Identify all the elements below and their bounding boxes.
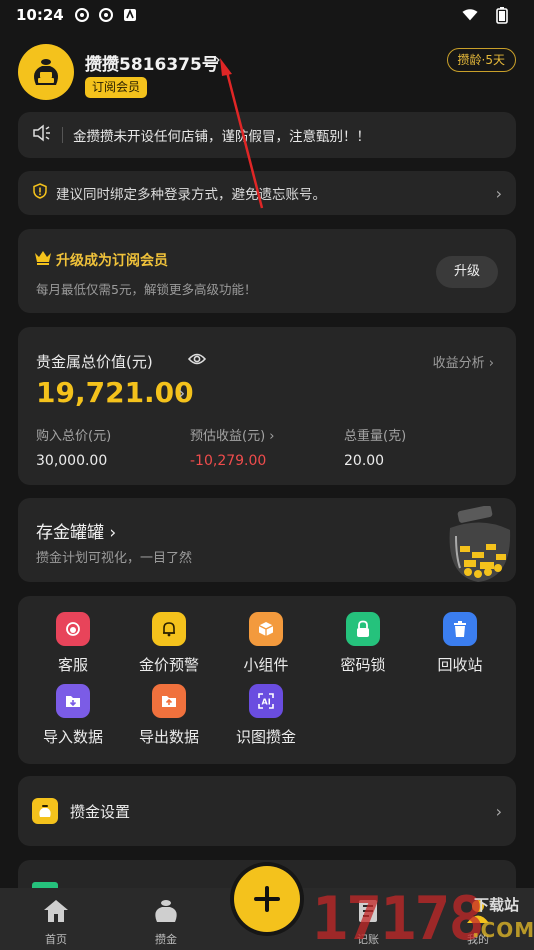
speaker-icon bbox=[32, 124, 52, 146]
trash-icon bbox=[443, 612, 477, 646]
money-bag-icon bbox=[34, 59, 58, 85]
stat-value: -10,279.00 bbox=[190, 453, 267, 469]
piggy-bank-title: 存金罐罐 › bbox=[36, 523, 117, 543]
upgrade-button[interactable]: 升级 bbox=[436, 256, 498, 288]
nav-label: 首页 bbox=[45, 933, 67, 946]
plus-icon bbox=[254, 886, 280, 912]
tools-grid: 客服 金价预警 小组件 密码锁 回收站 导入数据 导出数据 AI 识图攒金 bbox=[18, 596, 516, 764]
export-icon bbox=[152, 684, 186, 718]
stat-label: 购入总价(元) bbox=[36, 429, 112, 444]
tool-password-lock[interactable]: 密码锁 bbox=[318, 612, 408, 675]
profile-icon bbox=[467, 900, 489, 923]
assets-card: 贵金属总价值(元) 收益分析 › 19,721.00 › 购入总价(元) 30,… bbox=[18, 327, 516, 485]
ledger-icon bbox=[359, 900, 377, 922]
total-weight: 总重量(克) 20.00 bbox=[344, 425, 406, 469]
nav-label: 攒金 bbox=[155, 933, 177, 946]
upgrade-subtitle: 每月最低仅需5元，解锁更多高级功能！ bbox=[36, 282, 257, 297]
nav-ledger[interactable]: 记账 bbox=[328, 898, 408, 947]
tool-image-recognition[interactable]: AI 识图攒金 bbox=[221, 684, 311, 747]
settings-label: 攒金设置 bbox=[70, 802, 131, 821]
app-notification-icon bbox=[122, 7, 138, 23]
customer-service-icon bbox=[56, 612, 90, 646]
nav-label: 我的 bbox=[467, 933, 489, 946]
chevron-right-icon: › bbox=[495, 183, 502, 203]
nav-label: 记账 bbox=[357, 933, 379, 946]
username[interactable]: 攒攒5816375号 bbox=[85, 50, 219, 75]
settings-row[interactable]: 攒金设置 › bbox=[18, 776, 516, 846]
total-value[interactable]: 19,721.00 bbox=[36, 376, 194, 409]
chevron-right-icon[interactable]: › bbox=[214, 50, 221, 70]
notice-text: 金攒攒未开设任何店铺，谨防假冒，注意甄别！！ bbox=[73, 129, 370, 145]
divider bbox=[62, 127, 63, 143]
lock-icon bbox=[346, 612, 380, 646]
tool-label: 回收站 bbox=[437, 656, 483, 674]
ai-scan-icon: AI bbox=[249, 684, 283, 718]
svg-text:AI: AI bbox=[262, 698, 271, 707]
import-icon bbox=[56, 684, 90, 718]
chevron-right-icon[interactable]: › bbox=[178, 383, 185, 404]
battery-icon bbox=[494, 7, 510, 24]
profile-header: 攒攒5816375号 › 订阅会员 攒龄·5天 bbox=[18, 44, 518, 102]
member-badge: 订阅会员 bbox=[85, 77, 148, 98]
widget-box-icon bbox=[249, 612, 283, 646]
upgrade-title: 升级成为订阅会员 bbox=[56, 253, 168, 269]
avatar[interactable] bbox=[18, 44, 74, 100]
stat-value: 30,000.00 bbox=[36, 453, 108, 469]
money-bag-icon bbox=[155, 900, 177, 922]
piggy-bank-card[interactable]: 存金罐罐 › 攒金计划可视化，一目了然 bbox=[18, 498, 516, 582]
nav-profile[interactable]: 我的 bbox=[438, 898, 518, 947]
tool-label: 导出数据 bbox=[138, 728, 199, 746]
tool-label: 小组件 bbox=[243, 656, 289, 674]
tool-recycle-bin[interactable]: 回收站 bbox=[415, 612, 505, 675]
estimated-profit[interactable]: 预估收益(元) › -10,279.00 bbox=[190, 425, 274, 469]
upgrade-card: 升级成为订阅会员 每月最低仅需5元，解锁更多高级功能！ 升级 bbox=[18, 229, 516, 313]
tool-label: 金价预警 bbox=[138, 656, 199, 674]
tool-label: 导入数据 bbox=[42, 728, 103, 746]
tool-widget[interactable]: 小组件 bbox=[221, 612, 311, 675]
tool-label: 识图攒金 bbox=[235, 728, 296, 746]
add-record-button[interactable] bbox=[234, 866, 300, 932]
notice-bar: 金攒攒未开设任何店铺，谨防假冒，注意甄别！！ bbox=[18, 112, 516, 158]
nav-save-gold[interactable]: 攒金 bbox=[126, 898, 206, 947]
money-bag-icon bbox=[32, 798, 58, 824]
stat-value: 20.00 bbox=[344, 453, 385, 469]
tool-import-data[interactable]: 导入数据 bbox=[28, 684, 118, 747]
stat-label: 总重量(克) bbox=[344, 429, 407, 444]
bell-icon bbox=[152, 612, 186, 646]
assets-label: 贵金属总价值(元) bbox=[36, 353, 153, 371]
chevron-right-icon: › bbox=[495, 801, 502, 821]
tool-export-data[interactable]: 导出数据 bbox=[124, 684, 214, 747]
income-analysis-link[interactable]: 收益分析 › bbox=[433, 352, 494, 371]
status-bar: 10:24 bbox=[0, 0, 534, 30]
info-icon bbox=[32, 183, 48, 203]
status-time: 10:24 bbox=[16, 6, 64, 24]
gold-jar-icon bbox=[442, 505, 516, 582]
tool-customer-service[interactable]: 客服 bbox=[28, 612, 118, 675]
tool-price-alert[interactable]: 金价预警 bbox=[124, 612, 214, 675]
wifi-icon bbox=[462, 7, 478, 23]
tool-label: 客服 bbox=[57, 656, 88, 674]
bind-account-tip[interactable]: 建议同时绑定多种登录方式，避免遗忘账号。 › bbox=[18, 171, 516, 215]
notification-icon bbox=[98, 7, 114, 23]
piggy-bank-subtitle: 攒金计划可视化，一目了然 bbox=[36, 551, 193, 566]
age-badge[interactable]: 攒龄·5天 bbox=[446, 48, 516, 72]
home-icon bbox=[44, 900, 68, 922]
purchase-total: 购入总价(元) 30,000.00 bbox=[36, 425, 111, 469]
crown-icon bbox=[34, 249, 52, 269]
notification-icon bbox=[74, 7, 90, 23]
eye-icon[interactable] bbox=[187, 351, 207, 370]
stat-label: 预估收益(元) › bbox=[190, 429, 275, 444]
nav-home[interactable]: 首页 bbox=[16, 898, 96, 947]
bind-tip-text: 建议同时绑定多种登录方式，避免遗忘账号。 bbox=[56, 187, 326, 203]
tool-label: 密码锁 bbox=[340, 656, 386, 674]
